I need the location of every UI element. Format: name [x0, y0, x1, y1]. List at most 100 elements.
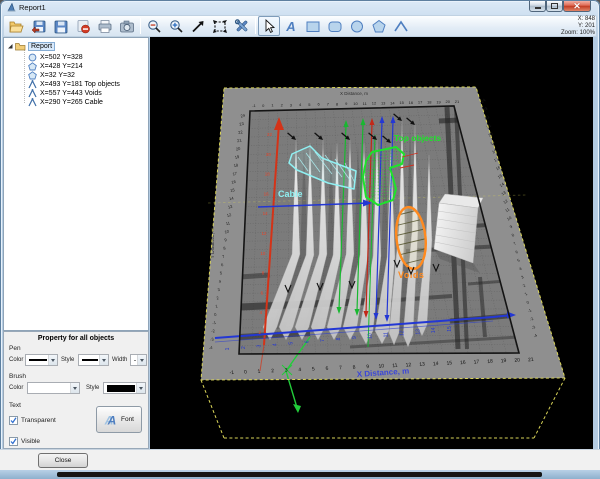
svg-text:A: A — [107, 413, 117, 427]
svg-text:19: 19 — [501, 358, 507, 365]
pointer-tool-button[interactable] — [258, 16, 280, 36]
tools-button[interactable] — [231, 16, 253, 36]
toolbar-separator — [255, 18, 256, 34]
tree-item[interactable]: X=290 Y=265 Cable — [28, 98, 103, 107]
maximize-button[interactable] — [546, 1, 563, 12]
svg-text:18: 18 — [265, 172, 271, 177]
svg-text:17: 17 — [418, 100, 423, 105]
tree-item[interactable]: X=557 Y=443 Voids — [28, 89, 102, 98]
zoom-in-button[interactable] — [165, 16, 187, 36]
delete-button[interactable] — [72, 16, 94, 36]
svg-text:1: 1 — [225, 347, 231, 350]
zoom-out-icon — [148, 19, 161, 33]
svg-text:20: 20 — [514, 357, 520, 364]
status-y: Y: 201 — [577, 23, 595, 29]
font-button[interactable]: A A Font — [96, 406, 142, 433]
tree-item[interactable]: X=493 Y=181 Top objects — [28, 80, 120, 89]
ellipse-tool-icon — [351, 20, 363, 32]
visible-checkbox[interactable] — [9, 437, 18, 446]
svg-text:4: 4 — [273, 343, 279, 346]
polyline-object-icon — [28, 98, 37, 107]
tree-root-label[interactable]: Report — [28, 41, 56, 51]
ellipse-object-icon — [28, 53, 37, 62]
pen-style-combo[interactable] — [78, 354, 109, 366]
visible-checkbox-row[interactable]: Visible — [9, 437, 40, 446]
svg-text:10: 10 — [353, 101, 358, 106]
font-button-label: Font — [120, 416, 134, 423]
ellipse-tool-button[interactable] — [346, 16, 368, 36]
pentagon-tool-icon — [372, 19, 386, 32]
svg-text:2: 2 — [241, 346, 247, 349]
polyline-object-icon — [28, 80, 37, 89]
tree-expander-icon[interactable] — [7, 43, 14, 50]
pen-color-combo[interactable] — [25, 354, 58, 366]
window-title: Report1 — [19, 2, 46, 12]
toolbar: A — [3, 15, 597, 37]
tree-item-label: X=502 Y=328 — [40, 54, 83, 61]
app-window: Report1 ✕ A X: 848 Y: 201 Zoom: 100% Rep… — [0, 0, 600, 479]
save-button[interactable] — [50, 16, 72, 36]
rounded-rectangle-tool-button[interactable] — [324, 16, 346, 36]
text-tool-button[interactable]: A — [280, 16, 302, 36]
svg-text:16: 16 — [460, 360, 466, 367]
combo-arrow-icon[interactable] — [137, 355, 146, 365]
status-zoom: Zoom: 100% — [560, 30, 595, 36]
minimize-button[interactable] — [529, 1, 546, 12]
font-icon: A A — [104, 413, 117, 427]
svg-text:18: 18 — [487, 358, 493, 365]
tree-item[interactable]: X=32 Y=32 — [28, 71, 75, 80]
bottom-bar: Close — [0, 449, 600, 470]
brush-style-combo[interactable] — [103, 382, 146, 394]
fit-view-button[interactable] — [209, 16, 231, 36]
tree-item-label: X=32 Y=32 — [40, 72, 75, 79]
tree-item[interactable]: X=502 Y=328 — [28, 53, 83, 62]
tree-root[interactable]: Report — [7, 41, 56, 51]
rectangle-tool-button[interactable] — [302, 16, 324, 36]
snapshot-button[interactable] — [116, 16, 138, 36]
brush-style-label: Style — [86, 385, 100, 391]
polyline-object-icon — [28, 89, 37, 98]
combo-arrow-icon[interactable] — [48, 355, 57, 365]
pen-width-label: Width — [112, 357, 128, 363]
svg-text:3: 3 — [257, 345, 263, 348]
svg-text:20: 20 — [266, 152, 272, 157]
title-bar[interactable]: Report1 ✕ — [0, 0, 600, 15]
maximize-icon — [551, 3, 558, 9]
transparent-checkbox[interactable] — [9, 416, 18, 425]
close-window-button[interactable]: ✕ — [563, 1, 591, 12]
svg-text:17: 17 — [473, 359, 479, 366]
pentagon-tool-button[interactable] — [368, 16, 390, 36]
svg-text:14: 14 — [431, 327, 437, 333]
pen-color-label: Color — [9, 357, 24, 363]
check-icon — [10, 417, 17, 424]
close-button[interactable]: Close — [38, 453, 88, 468]
tree-item[interactable]: X=428 Y=214 — [28, 62, 83, 71]
folder-icon — [15, 42, 26, 50]
open-button[interactable] — [6, 16, 28, 36]
polyline-tool-button[interactable] — [390, 16, 412, 36]
pen-width-combo[interactable] — [130, 354, 147, 366]
combo-arrow-icon[interactable] — [136, 383, 145, 393]
tree-item-label: X=557 Y=443 Voids — [40, 90, 102, 97]
main-area: Report X=502 Y=328 X=428 Y=214 X=32 Y=32… — [3, 37, 597, 449]
combo-arrow-icon[interactable] — [70, 383, 79, 393]
svg-text:21: 21 — [485, 122, 492, 129]
svg-text:10: 10 — [368, 333, 374, 339]
save-as-button[interactable] — [28, 16, 50, 36]
print-button[interactable] — [94, 16, 116, 36]
toolbar-separator — [140, 18, 141, 34]
svg-text:23: 23 — [482, 105, 489, 112]
brush-color-combo[interactable] — [27, 382, 80, 394]
tools-icon — [234, 18, 248, 31]
measure-arrow-button[interactable] — [187, 16, 209, 36]
text-tool-icon: A — [285, 19, 295, 34]
combo-arrow-icon[interactable] — [99, 355, 108, 365]
object-tree[interactable]: Report X=502 Y=328 X=428 Y=214 X=32 Y=32… — [3, 37, 149, 331]
top-axis-title: X Distance, m — [340, 91, 368, 96]
pen-width-swatch — [134, 359, 136, 361]
svg-text:12: 12 — [261, 231, 267, 236]
scene-canvas[interactable]: 1 2 3 4 5 6 7 8 9 10 11 12 13 14 15 Cable Top objects — [150, 37, 593, 449]
zoom-out-button[interactable] — [143, 16, 165, 36]
svg-text:19: 19 — [436, 99, 441, 104]
transparent-checkbox-row[interactable]: Transparent — [9, 416, 56, 425]
